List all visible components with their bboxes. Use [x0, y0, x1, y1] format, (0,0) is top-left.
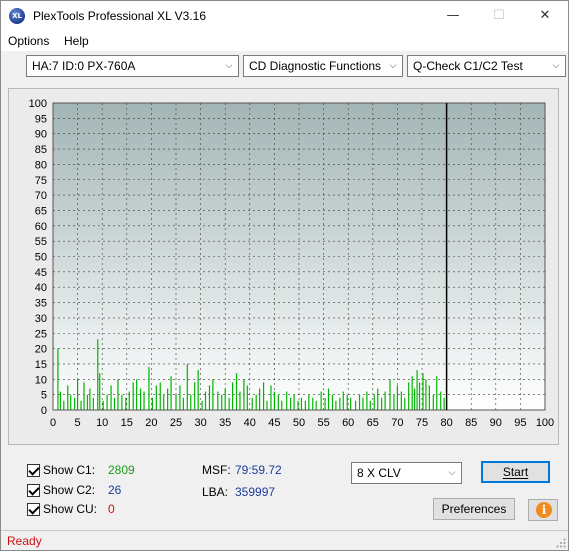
x-tick-label: 80 [440, 417, 452, 429]
start-button-label: Start [502, 465, 529, 479]
y-tick-label: 95 [35, 113, 47, 125]
y-tick-label: 15 [35, 359, 47, 371]
y-tick-label: 80 [35, 159, 47, 171]
x-tick-label: 15 [121, 417, 133, 429]
function-select-value: CD Diagnostic Functions [249, 59, 382, 73]
cu-count: 0 [108, 502, 115, 516]
y-tick-label: 100 [29, 98, 47, 110]
x-tick-label: 75 [416, 417, 428, 429]
x-tick-label: 90 [490, 417, 502, 429]
x-tick-label: 35 [219, 417, 231, 429]
test-select[interactable]: Q-Check C1/C2 Test ⌵ [407, 55, 566, 77]
preferences-button[interactable]: Preferences [433, 498, 515, 520]
speed-select[interactable]: 8 X CLV ⌵ [351, 462, 462, 484]
x-tick-label: 20 [145, 417, 157, 429]
c2-count: 26 [108, 483, 122, 497]
menu-bar: Options Help [1, 31, 568, 51]
menu-help[interactable]: Help [64, 34, 89, 48]
c1-c2-chart: 0510152025303540455055606570758085909510… [29, 98, 555, 429]
chevron-down-icon: ⌵ [448, 468, 456, 478]
status-text: Ready [7, 534, 42, 548]
drive-select[interactable]: HA:7 ID:0 PX-760A ⌵ [26, 55, 239, 77]
speed-select-value: 8 X CLV [357, 466, 401, 480]
x-tick-label: 45 [268, 417, 280, 429]
chevron-down-icon: ⌵ [552, 61, 560, 71]
y-tick-label: 50 [35, 252, 47, 264]
resize-grip-icon[interactable] [556, 538, 566, 548]
y-tick-label: 75 [35, 175, 47, 187]
y-tick-label: 40 [35, 282, 47, 294]
chevron-down-icon: ⌵ [225, 61, 233, 71]
function-select[interactable]: CD Diagnostic Functions ⌵ [243, 55, 403, 77]
y-tick-label: 5 [41, 390, 47, 402]
x-tick-label: 5 [75, 417, 81, 429]
y-tick-label: 55 [35, 236, 47, 248]
start-button[interactable]: Start [481, 461, 550, 483]
info-icon: i [536, 502, 552, 518]
test-select-value: Q-Check C1/C2 Test [413, 59, 523, 73]
c1-count: 2809 [108, 463, 135, 477]
y-tick-label: 30 [35, 313, 47, 325]
chart-panel: 0 5 10 15 20 25 30 35 40 45 50 55 60 65 70 75 80 85 90 95 10… [8, 88, 559, 445]
y-tick-label: 25 [35, 328, 47, 340]
x-tick-label: 70 [391, 417, 403, 429]
plextools-logo-icon: XL [9, 8, 25, 24]
y-tick-label: 10 [35, 374, 47, 386]
lba-value: 359997 [235, 485, 276, 499]
x-tick-label: 100 [536, 417, 554, 429]
x-tick-label: 0 [50, 417, 56, 429]
show-cu-label: Show CU: [43, 502, 98, 516]
main-window: XL PlexTools Professional XL V3.16 — ☐ ✕… [0, 0, 569, 551]
info-button[interactable]: i [528, 499, 558, 521]
preferences-button-label: Preferences [441, 502, 507, 516]
x-tick-label: 10 [96, 417, 108, 429]
y-tick-label: 70 [35, 190, 47, 202]
x-tick-label: 60 [342, 417, 354, 429]
x-tick-label: 50 [293, 417, 305, 429]
x-tick-label: 25 [170, 417, 182, 429]
y-tick-label: 0 [41, 405, 47, 417]
title-bar: XL PlexTools Professional XL V3.16 — ☐ ✕ [1, 1, 568, 31]
x-tick-label: 85 [465, 417, 477, 429]
y-tick-label: 45 [35, 267, 47, 279]
x-tick-label: 30 [194, 417, 206, 429]
msf-value: 79:59.72 [235, 463, 282, 477]
show-c1-label: Show C1: [43, 463, 96, 477]
maximize-button[interactable]: ☐ [476, 1, 522, 31]
show-c1-checkbox[interactable] [27, 464, 40, 477]
msf-label: MSF: [202, 463, 231, 477]
y-tick-label: 20 [35, 344, 47, 356]
x-tick-label: 40 [244, 417, 256, 429]
y-tick-label: 85 [35, 144, 47, 156]
y-tick-label: 35 [35, 298, 47, 310]
chevron-down-icon: ⌵ [389, 61, 397, 71]
window-title: PlexTools Professional XL V3.16 [33, 9, 206, 23]
show-c2-checkbox[interactable] [27, 484, 40, 497]
close-button[interactable]: ✕ [522, 1, 568, 31]
y-tick-label: 90 [35, 129, 47, 141]
y-tick-label: 60 [35, 221, 47, 233]
x-tick-label: 55 [317, 417, 329, 429]
minimize-button[interactable]: — [430, 1, 476, 31]
drive-select-value: HA:7 ID:0 PX-760A [32, 59, 136, 73]
menu-options[interactable]: Options [8, 34, 49, 48]
x-tick-label: 65 [367, 417, 379, 429]
show-cu-checkbox[interactable] [27, 503, 40, 516]
lba-label: LBA: [202, 485, 229, 499]
x-tick-label: 95 [514, 417, 526, 429]
status-bar: Ready [1, 530, 568, 550]
stats-panel: Show C1: 2809 Show C2: 26 Show CU: 0 MSF… [8, 451, 559, 528]
show-c2-label: Show C2: [43, 483, 96, 497]
y-tick-label: 65 [35, 205, 47, 217]
